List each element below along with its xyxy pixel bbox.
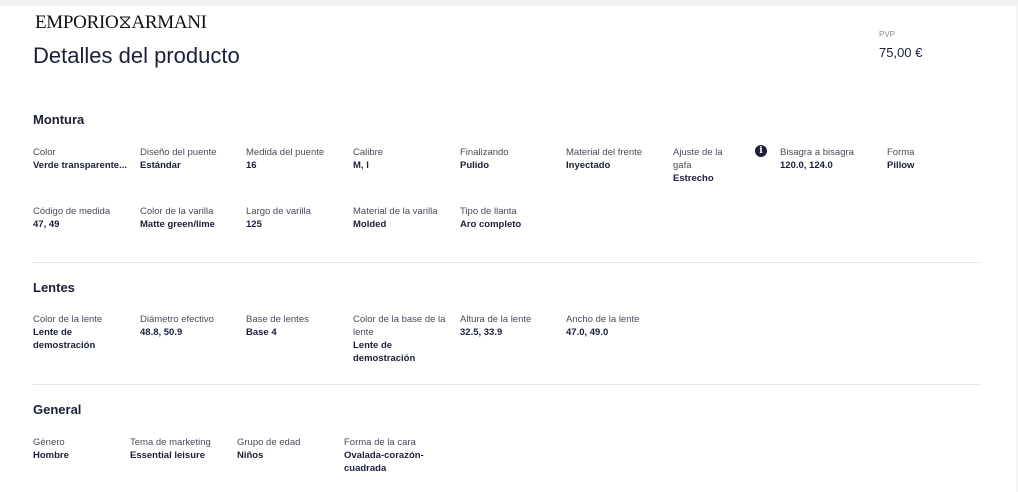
attr-color-lente: Color de la lente Lente de demostración bbox=[33, 313, 128, 352]
attr-label: Material de la varilla bbox=[353, 206, 438, 217]
attr-label: Código de medida bbox=[33, 206, 111, 217]
section-divider bbox=[33, 262, 981, 263]
attr-label: Forma bbox=[887, 147, 915, 158]
attr-value: Verde transparente... bbox=[33, 160, 127, 171]
attr-label: Material del frente bbox=[566, 147, 643, 158]
attr-label: Tema de marketing bbox=[130, 437, 211, 448]
attr-label: Tipo de llanta bbox=[460, 206, 517, 217]
attr-calibre: Calibre M, l bbox=[353, 146, 465, 172]
attr-value: 32.5, 33.9 bbox=[460, 327, 503, 338]
attr-value: Lente de demostración bbox=[33, 327, 96, 351]
attr-material-frente: Material del frente Inyectado bbox=[566, 146, 678, 172]
page-title: Detalles del producto bbox=[33, 43, 240, 68]
section-title-montura: Montura bbox=[33, 112, 85, 127]
attr-base-lentes: Base de lentes Base 4 bbox=[246, 313, 358, 339]
section-title-lentes: Lentes bbox=[33, 280, 75, 295]
attr-diseno-puente: Diseño del puente Estándar bbox=[140, 146, 252, 172]
attr-value: 120.0, 124.0 bbox=[780, 160, 833, 171]
section-divider bbox=[33, 384, 981, 385]
attr-value: 47, 49 bbox=[33, 219, 60, 230]
attr-color: Color Verde transparente... bbox=[33, 146, 128, 172]
attr-color-varilla: Color de la varilla Matte green/lime bbox=[140, 205, 252, 231]
attr-value: 125 bbox=[246, 219, 262, 230]
attr-codigo-medida: Código de medida 47, 49 bbox=[33, 205, 133, 231]
attr-altura-lente: Altura de la lente 32.5, 33.9 bbox=[460, 313, 572, 339]
attr-value: 48.8, 50.9 bbox=[140, 327, 183, 338]
price-label: PVP bbox=[879, 30, 896, 39]
attr-label: Grupo de edad bbox=[237, 437, 301, 448]
attr-value: 47.0, 49.0 bbox=[566, 327, 609, 338]
attr-ancho-lente: Ancho de la lente 47.0, 49.0 bbox=[566, 313, 678, 339]
attr-largo-varilla: Largo de varilla 125 bbox=[246, 205, 358, 231]
attr-label: Calibre bbox=[353, 147, 384, 158]
info-icon[interactable]: i bbox=[755, 145, 767, 157]
attr-value: Base 4 bbox=[246, 327, 277, 338]
attr-label: Forma de la cara bbox=[344, 437, 416, 448]
attr-ajuste-gafa: Ajuste de la gafa Estrecho bbox=[673, 146, 743, 185]
attr-genero: Género Hombre bbox=[33, 436, 123, 462]
attr-label: Diámetro efectivo bbox=[140, 314, 214, 325]
attr-label: Finalizando bbox=[460, 147, 509, 158]
attr-value: Essential leisure bbox=[130, 450, 205, 461]
attr-value: Inyectado bbox=[566, 160, 611, 171]
attr-value: Estrecho bbox=[673, 173, 714, 184]
attr-value: Niños bbox=[237, 450, 264, 461]
attr-label: Base de lentes bbox=[246, 314, 309, 325]
attr-label: Color de la lente bbox=[33, 314, 103, 325]
attr-forma-cara: Forma de la cara Ovalada-corazón-cuadrad… bbox=[344, 436, 440, 475]
attr-label: Altura de la lente bbox=[460, 314, 532, 325]
attr-value: Pulido bbox=[460, 160, 490, 171]
attr-label: Diseño del puente bbox=[140, 147, 217, 158]
brand-logo: EMPORIO⧖ARMANI bbox=[35, 12, 207, 33]
attr-value: Aro completo bbox=[460, 219, 522, 230]
attr-value: 16 bbox=[246, 160, 257, 171]
attr-label: Género bbox=[33, 437, 65, 448]
top-bar bbox=[0, 0, 1018, 6]
attr-value: Hombre bbox=[33, 450, 69, 461]
attr-value: Estándar bbox=[140, 160, 181, 171]
attr-diametro-efectivo: Diámetro efectivo 48.8, 50.9 bbox=[140, 313, 252, 339]
attr-label: Ancho de la lente bbox=[566, 314, 640, 325]
attr-material-varilla: Material de la varilla Molded bbox=[353, 205, 438, 231]
attr-label: Bisagra a bisagra bbox=[780, 147, 854, 158]
attr-grupo-edad: Grupo de edad Niños bbox=[237, 436, 341, 462]
section-title-general: General bbox=[33, 402, 82, 417]
attr-color-base-lente: Color de la base de la lente Lente de de… bbox=[353, 313, 453, 365]
price-value: 75,00 € bbox=[879, 45, 923, 60]
attr-forma: Forma Pillow bbox=[887, 146, 977, 172]
attr-value: Matte green/lime bbox=[140, 219, 215, 230]
attr-value: Pillow bbox=[887, 160, 915, 171]
attr-medida-puente: Medida del puente 16 bbox=[246, 146, 358, 172]
attr-label: Largo de varilla bbox=[246, 206, 311, 217]
attr-label: Color de la varilla bbox=[140, 206, 214, 217]
attr-tema-marketing: Tema de marketing Essential leisure bbox=[130, 436, 234, 462]
attr-value: Ovalada-corazón-cuadrada bbox=[344, 450, 424, 474]
attr-finalizando: Finalizando Pulido bbox=[460, 146, 572, 172]
attr-label: Color bbox=[33, 147, 56, 158]
attr-value: Lente de demostración bbox=[353, 340, 416, 364]
attr-label: Medida del puente bbox=[246, 147, 325, 158]
attr-label: Color de la base de la lente bbox=[353, 314, 446, 338]
attr-value: Molded bbox=[353, 219, 387, 230]
attr-value: M, l bbox=[353, 160, 369, 171]
attr-label: Ajuste de la gafa bbox=[673, 147, 723, 171]
attr-tipo-llanta: Tipo de llanta Aro completo bbox=[460, 205, 572, 231]
attr-bisagra: Bisagra a bisagra 120.0, 124.0 bbox=[780, 146, 880, 172]
